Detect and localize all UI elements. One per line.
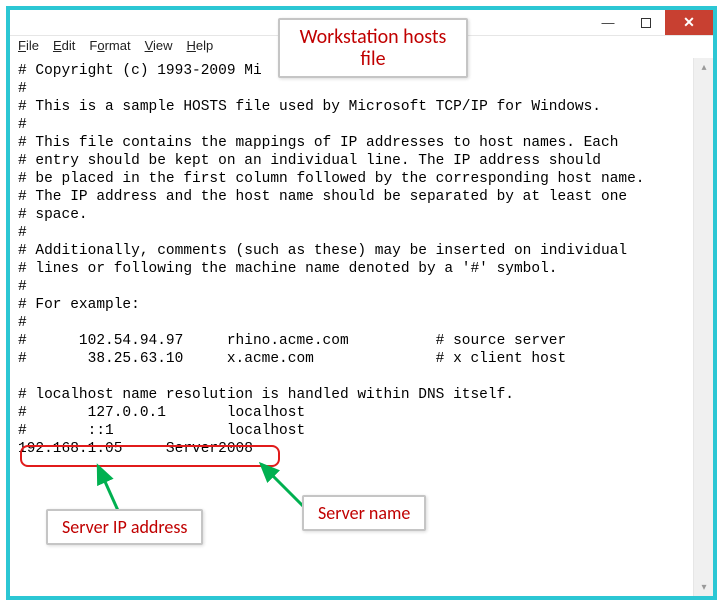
close-icon: ✕ xyxy=(683,14,695,31)
minimize-icon: — xyxy=(602,15,615,30)
close-button[interactable]: ✕ xyxy=(665,10,713,35)
menu-format[interactable]: Format xyxy=(89,38,130,58)
chevron-up-icon: ▴ xyxy=(701,62,706,73)
menu-edit[interactable]: Edit xyxy=(53,38,75,58)
scroll-up-button[interactable]: ▴ xyxy=(694,58,714,76)
maximize-icon xyxy=(641,18,651,28)
maximize-button[interactable] xyxy=(627,10,665,35)
vertical-scrollbar[interactable]: ▴ ▾ xyxy=(693,58,713,596)
scroll-down-button[interactable]: ▾ xyxy=(694,578,714,596)
annotation-title: Workstation hosts file xyxy=(278,18,468,78)
annotation-server-name: Server name xyxy=(302,495,426,531)
menu-view[interactable]: View xyxy=(145,38,173,58)
minimize-button[interactable]: — xyxy=(589,10,627,35)
chevron-down-icon: ▾ xyxy=(701,582,706,593)
annotation-highlight-box xyxy=(20,445,280,467)
menu-help[interactable]: Help xyxy=(187,38,214,58)
annotation-server-ip: Server IP address xyxy=(46,509,203,545)
menu-file[interactable]: File xyxy=(18,38,39,58)
